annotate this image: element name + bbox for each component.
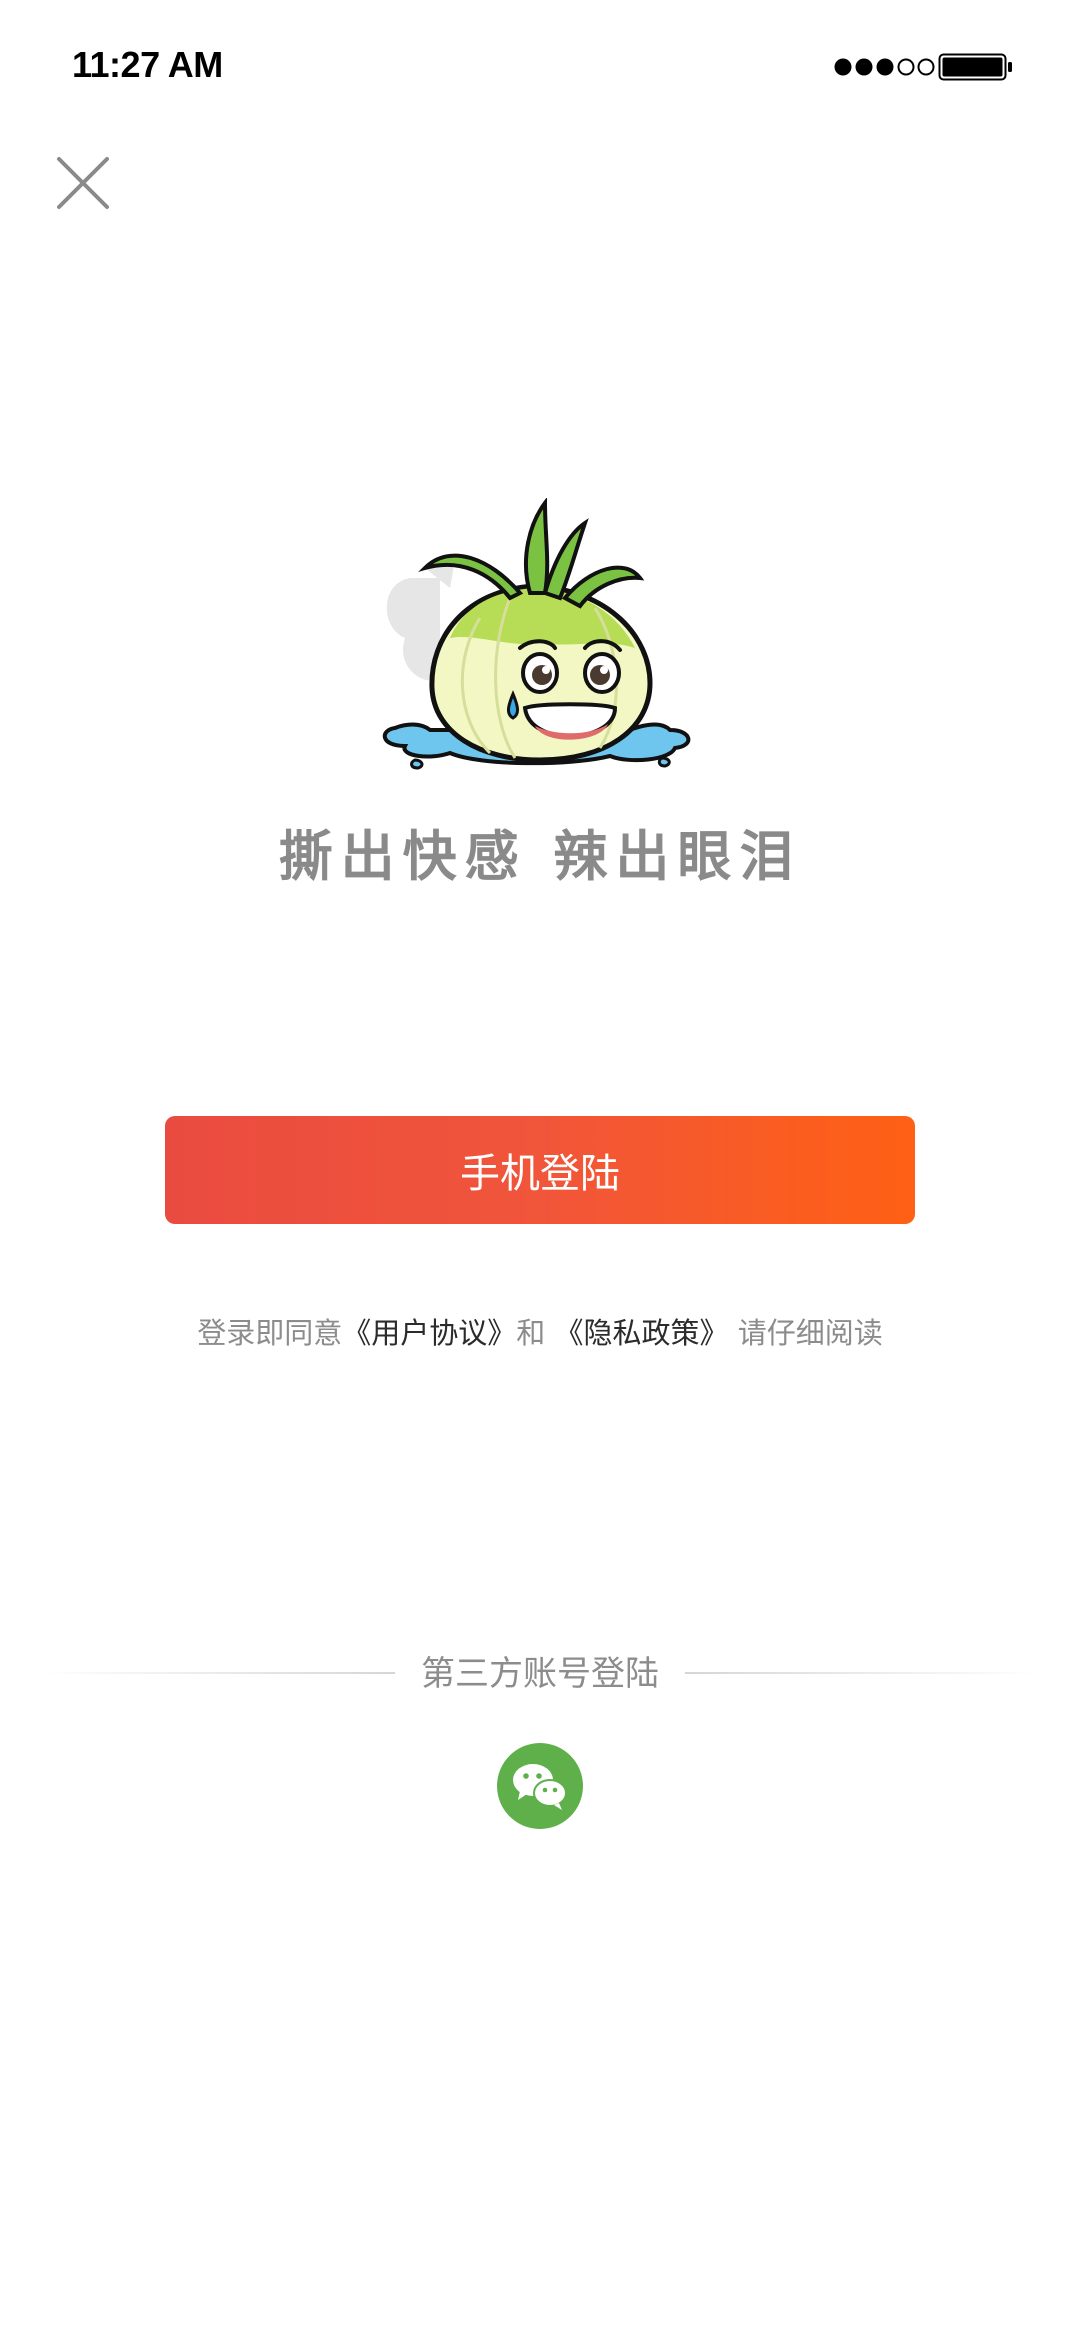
agreement-suffix: 请仔细阅读 [728,1316,883,1350]
battery-full-icon [938,53,1012,81]
user-agreement-link[interactable]: 《用户协议》 [342,1316,516,1350]
login-screen: 11:27 AM 撕出快感 辣出眼泪 手机登陆 登录即同意《用户协议》和 《隐私… [0,0,1080,2337]
close-icon [57,157,109,209]
privacy-policy-link[interactable]: 《隐私政策》 [555,1316,729,1350]
agreement-text: 登录即同意《用户协议》和 《隐私政策》 请仔细阅读 [0,1310,1080,1352]
wechat-login-button[interactable] [497,1743,583,1829]
wechat-icon [513,1764,567,1810]
third-party-login-label: 第三方账号登陆 [421,1654,659,1694]
agreement-conjunction: 和 [516,1316,555,1350]
onion-mascot-icon [382,498,691,770]
close-button[interactable] [54,154,112,212]
third-party-login-divider: 第三方账号登陆 [0,1646,1080,1696]
agreement-prefix: 登录即同意 [197,1316,343,1350]
phone-login-label: 手机登陆 [460,1151,620,1197]
signal-dots-icon [834,58,935,76]
slogan-text: 撕出快感 辣出眼泪 [278,825,802,888]
divider-line-right [685,1672,1040,1674]
phone-login-button[interactable]: 手机登陆 [165,1116,915,1224]
status-time: 11:27 AM [72,44,223,85]
